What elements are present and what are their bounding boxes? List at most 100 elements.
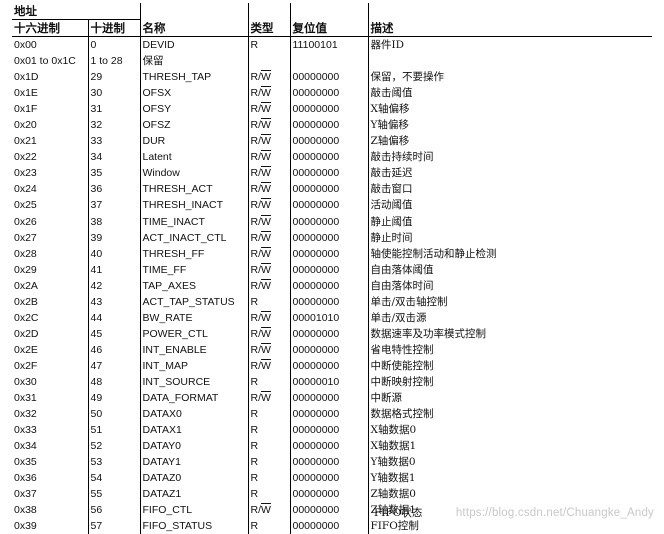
cell-name: THRESH_TAP — [140, 69, 248, 85]
table-row: 0x3351DATAX1R00000000X轴数据0 — [12, 422, 652, 438]
cell-desc: Y轴数据0 — [368, 454, 652, 470]
cell-reset: 00000000 — [290, 486, 368, 502]
table-row: 0x2537THRESH_INACTR/W00000000活动阈值 — [12, 197, 652, 213]
cell-reset: 11100101 — [290, 37, 368, 54]
cell-dec: 47 — [88, 358, 140, 374]
cell-name: OFSY — [140, 101, 248, 117]
header-spacer — [248, 3, 290, 20]
cell-desc: 敲击窗口 — [368, 181, 652, 197]
cell-type: R/W — [248, 197, 290, 213]
cell-dec: 50 — [88, 406, 140, 422]
cell-hex: 0x23 — [12, 165, 88, 181]
type-value: R — [251, 376, 259, 388]
cell-hex: 0x29 — [12, 262, 88, 278]
cell-type: R/W — [248, 262, 290, 278]
cell-dec: 51 — [88, 422, 140, 438]
cell-dec: 53 — [88, 454, 140, 470]
table-row: 0x01 to 0x1C1 to 28保留 — [12, 53, 652, 69]
cell-desc: 自由落体时间 — [368, 278, 652, 294]
cell-hex: 0x01 to 0x1C — [12, 53, 88, 69]
cell-desc: FIFO控制 — [368, 518, 652, 534]
cell-type: R — [248, 438, 290, 454]
type-value: R/W — [251, 216, 271, 228]
table-row: 0x2436THRESH_ACTR/W00000000敲击窗口 — [12, 181, 652, 197]
cell-type: R/W — [248, 117, 290, 133]
cell-hex: 0x25 — [12, 197, 88, 213]
cell-dec: 48 — [88, 374, 140, 390]
cell-name: DATAX1 — [140, 422, 248, 438]
table-row: 0x1D29THRESH_TAPR/W00000000保留，不要操作 — [12, 69, 652, 85]
cell-hex: 0x39 — [12, 518, 88, 534]
cell-type: R/W — [248, 69, 290, 85]
cell-name: OFSZ — [140, 117, 248, 133]
cell-hex: 0x24 — [12, 181, 88, 197]
cell-hex: 0x2E — [12, 342, 88, 358]
type-value: R/W — [251, 119, 271, 131]
cell-type: R — [248, 486, 290, 502]
header-row-group: 地址 — [12, 3, 652, 20]
cell-type: R/W — [248, 101, 290, 117]
cell-dec: 35 — [88, 165, 140, 181]
cell-desc: Z轴数据0 — [368, 486, 652, 502]
cell-desc: 敲击延迟 — [368, 165, 652, 181]
cell-type: R/W — [248, 230, 290, 246]
register-map-table: 地址 十六进制 十进制 名称 类型 复位值 描述 0x000DEVIDR1110… — [12, 3, 652, 534]
cell-reset: 00000000 — [290, 342, 368, 358]
cell-type — [248, 53, 290, 69]
cell-desc: 单击/双击源 — [368, 310, 652, 326]
cell-hex: 0x37 — [12, 486, 88, 502]
cell-type: R — [248, 470, 290, 486]
cell-dec: 39 — [88, 230, 140, 246]
cell-hex: 0x31 — [12, 390, 88, 406]
cell-dec: 31 — [88, 101, 140, 117]
cell-name: DATAZ0 — [140, 470, 248, 486]
cell-hex: 0x2A — [12, 278, 88, 294]
cell-dec: 56 — [88, 502, 140, 518]
cell-dec: 40 — [88, 246, 140, 262]
type-value: R/W — [251, 87, 271, 99]
cell-reset: 00000000 — [290, 85, 368, 101]
table-row: 0x2032OFSZR/W00000000Y轴偏移 — [12, 117, 652, 133]
table-row: 0x2133DURR/W00000000Z轴偏移 — [12, 133, 652, 149]
type-value: R — [251, 39, 259, 51]
cell-type: R/W — [248, 181, 290, 197]
cell-type: R — [248, 454, 290, 470]
cell-type: R — [248, 518, 290, 534]
type-value: R/W — [251, 232, 271, 244]
cell-desc: 敲击持续时间 — [368, 149, 652, 165]
table-row: 0x2E46INT_ENABLER/W00000000省电特性控制 — [12, 342, 652, 358]
type-value: R — [251, 424, 259, 436]
cell-reset: 00000000 — [290, 422, 368, 438]
table-row: 0x3755DATAZ1R00000000Z轴数据0 — [12, 486, 652, 502]
cell-reset: 00000000 — [290, 518, 368, 534]
table-row: 0x2941TIME_FFR/W00000000自由落体阈值 — [12, 262, 652, 278]
cell-desc — [368, 53, 652, 69]
cell-dec: 29 — [88, 69, 140, 85]
cell-desc: 静止阈值 — [368, 214, 652, 230]
cell-hex: 0x26 — [12, 214, 88, 230]
cell-desc: 数据速率及功率模式控制 — [368, 326, 652, 342]
cell-name: TIME_INACT — [140, 214, 248, 230]
cell-reset: 00000000 — [290, 149, 368, 165]
cell-dec: 42 — [88, 278, 140, 294]
type-value: R/W — [251, 328, 271, 340]
cell-type: R — [248, 422, 290, 438]
cell-hex: 0x2C — [12, 310, 88, 326]
cell-reset: 00000000 — [290, 358, 368, 374]
cell-hex: 0x20 — [12, 117, 88, 133]
cell-reset: 00000000 — [290, 69, 368, 85]
col-desc-header: 描述 — [368, 20, 652, 37]
cell-name: POWER_CTL — [140, 326, 248, 342]
table-row: 0x1F31OFSYR/W00000000X轴偏移 — [12, 101, 652, 117]
cell-reset: 00000000 — [290, 294, 368, 310]
table-row: 0x2D45POWER_CTLR/W00000000数据速率及功率模式控制 — [12, 326, 652, 342]
cell-reset: 00000000 — [290, 214, 368, 230]
cell-type: R/W — [248, 85, 290, 101]
col-reset-header: 复位值 — [290, 20, 368, 37]
cell-desc: X轴数据0 — [368, 422, 652, 438]
cell-name: THRESH_INACT — [140, 197, 248, 213]
cell-desc: 静止时间 — [368, 230, 652, 246]
cell-dec: 32 — [88, 117, 140, 133]
cell-desc: 保留，不要操作 — [368, 69, 652, 85]
type-value: R — [251, 408, 259, 420]
